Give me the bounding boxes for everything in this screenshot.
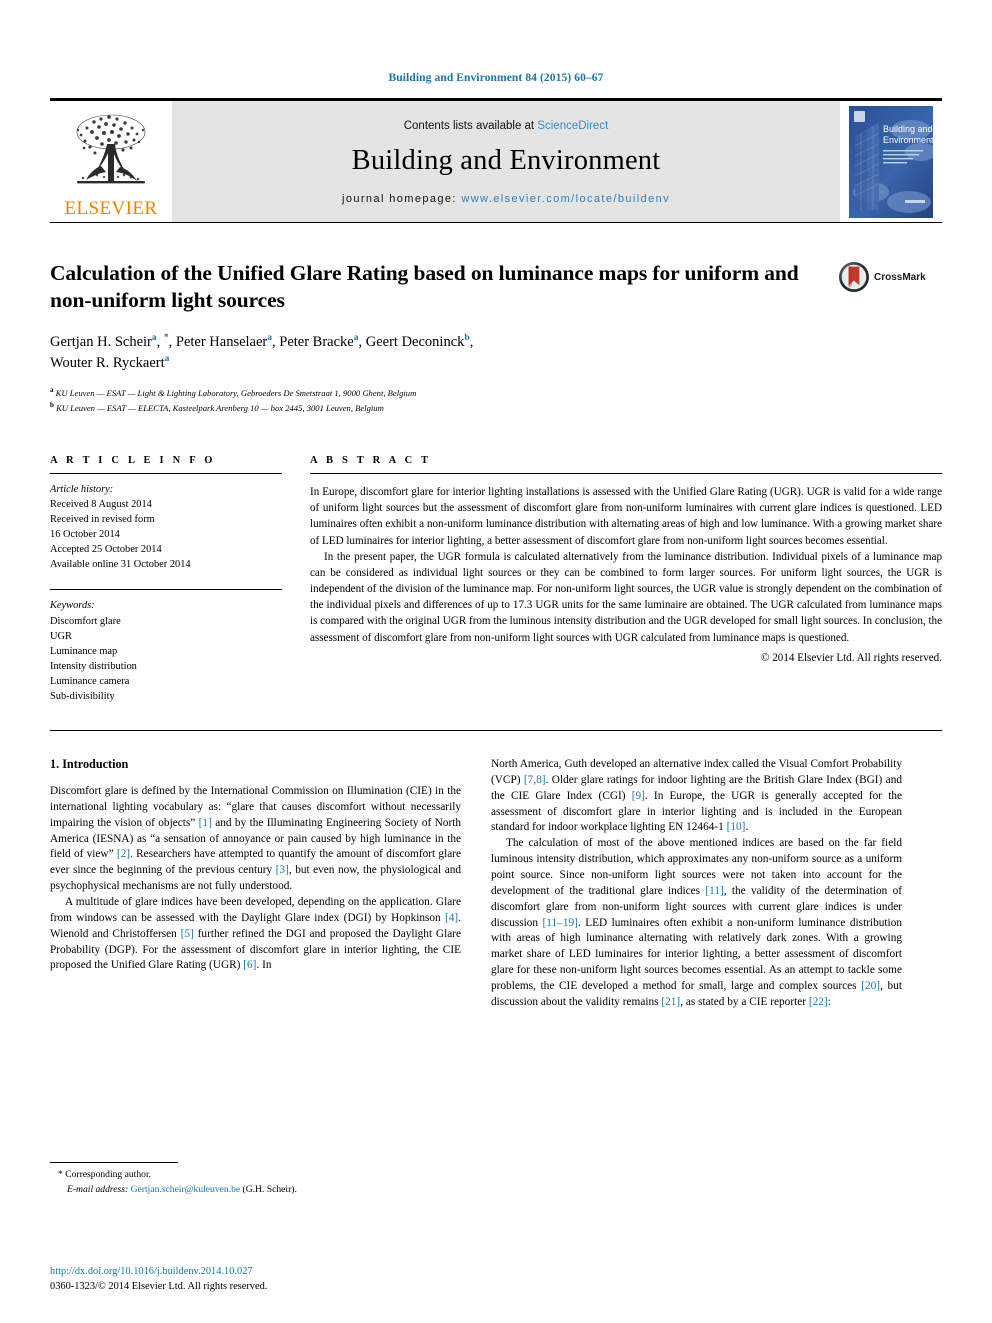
divider (50, 589, 282, 591)
article-history-label: Article history: (50, 483, 114, 495)
citation-ref[interactable]: [11–19] (543, 917, 578, 929)
affiliations: a KU Leuven — ESAT — Light & Lighting La… (50, 385, 822, 415)
article-info-column: A R T I C L E I N F O Article history: R… (50, 455, 282, 704)
right-column: North America, Guth developed an alterna… (491, 757, 902, 1197)
body-columns: 1. Introduction Discomfort glare is defi… (50, 757, 942, 1197)
author-name: Peter Bracke (279, 333, 354, 350)
journal-homepage-link[interactable]: www.elsevier.com/locate/buildenv (461, 193, 670, 205)
article-history: Article history: Received 8 August 2014 … (50, 482, 282, 572)
affiliation-b-text: KU Leuven — ESAT — ELECTA, Kasteelpark A… (56, 402, 384, 413)
citation-ref[interactable]: [4] (445, 912, 458, 924)
footnote-text: * Corresponding author. E-mail address: … (50, 1168, 461, 1197)
elsevier-wordmark: ELSEVIER (64, 198, 158, 219)
running-head: Building and Environment 84 (2015) 60–67 (388, 72, 604, 84)
journal-homepage-line: journal homepage: www.elsevier.com/locat… (342, 193, 670, 205)
masthead-center: Contents lists available at ScienceDirec… (172, 101, 840, 222)
section-heading-introduction: 1. Introduction (50, 756, 129, 771)
abstract-paragraph: In the present paper, the UGR formula is… (310, 550, 942, 644)
citation-ref[interactable]: [10] (727, 821, 746, 833)
history-item: Available online 31 October 2014 (50, 559, 191, 571)
citation-ref[interactable]: [22] (809, 996, 828, 1008)
keyword-item: Intensity distribution (50, 660, 137, 672)
intro-paragraph: A multitude of glare indices have been d… (50, 896, 462, 972)
intro-paragraph: North America, Guth developed an alterna… (491, 757, 902, 834)
keyword-item: Luminance camera (50, 675, 130, 687)
keyword-item: Luminance map (50, 645, 118, 657)
email-link[interactable]: Gertjan.scheir@kuleuven.be (131, 1184, 241, 1195)
citation-ref[interactable]: [20] (861, 980, 880, 992)
footnote-block: * Corresponding author. E-mail address: … (50, 1162, 461, 1197)
keywords-label: Keywords: (50, 600, 95, 612)
keyword-item: Sub-divisibility (50, 690, 115, 702)
email-note: E-mail address: Gertjan.scheir@kuleuven.… (67, 1183, 297, 1195)
author-name: Gertjan H. Scheir (50, 333, 152, 350)
divider (310, 472, 942, 474)
left-column: 1. Introduction Discomfort glare is defi… (50, 757, 461, 1197)
citation-ref[interactable]: [5] (181, 928, 194, 940)
citation-ref[interactable]: [11] (705, 885, 723, 897)
citation-ref[interactable]: [2] (117, 848, 130, 860)
title-block: CrossMark Calculation of the Unified Gla… (50, 260, 942, 415)
abstract-heading: A B S T R A C T (310, 454, 432, 466)
citation-ref[interactable]: [21] (661, 996, 680, 1008)
footnote-marker: * (58, 1169, 63, 1181)
abstract-copyright: © 2014 Elsevier Ltd. All rights reserved… (761, 651, 942, 664)
author-affil-marker: a (164, 353, 170, 364)
keyword-item: Discomfort glare (50, 615, 121, 627)
author-list: Gertjan H. Scheira, *, Peter Hanselaera,… (50, 332, 474, 371)
author-name: Peter Hanselaer (175, 333, 268, 350)
article-info-heading: A R T I C L E I N F O (50, 454, 216, 466)
divider (50, 729, 942, 731)
elsevier-tree-icon (76, 114, 146, 184)
citation-ref[interactable]: [3] (276, 864, 289, 876)
abstract-body: In Europe, discomfort glare for interior… (310, 484, 942, 666)
citation-ref[interactable]: [1] (199, 817, 212, 829)
info-abstract-section: A R T I C L E I N F O Article history: R… (50, 455, 942, 704)
affiliation-a-marker: a (50, 385, 54, 394)
footnote-divider (50, 1162, 178, 1164)
citation-ref[interactable]: [7,8] (524, 774, 546, 786)
history-item: Received in revised form (50, 514, 155, 526)
history-item: Accepted 25 October 2014 (50, 544, 162, 556)
cover-title-line1: Building and (883, 124, 933, 134)
contents-available-line: Contents lists available at ScienceDirec… (404, 120, 609, 132)
elsevier-logo: ELSEVIER (50, 101, 172, 222)
affiliation-b-marker: b (50, 400, 54, 409)
intro-paragraph: Discomfort glare is defined by the Inter… (50, 784, 462, 893)
abstract-column: A B S T R A C T In Europe, discomfort gl… (310, 455, 942, 704)
journal-cover-image: Building and Environment (849, 105, 933, 218)
page-footer: http://dx.doi.org/10.1016/j.buildenv.201… (50, 1265, 267, 1295)
history-item: 16 October 2014 (50, 529, 120, 541)
citation-ref[interactable]: [6] (243, 959, 256, 971)
abstract-paragraph: In Europe, discomfort glare for interior… (310, 485, 942, 547)
keywords-list: Keywords: Discomfort glare UGR Luminance… (50, 598, 282, 704)
article-page: Building and Environment 84 (2015) 60–67 (0, 0, 992, 1323)
crossmark-label: CrossMark (874, 271, 926, 283)
history-item: Received 8 August 2014 (50, 499, 152, 511)
divider (50, 472, 282, 474)
homepage-prefix: journal homepage: (341, 193, 462, 205)
journal-cover-thumbnail: Building and Environment (840, 101, 942, 222)
author-sep: , (156, 333, 164, 350)
keyword-item: UGR (50, 630, 72, 642)
contents-prefix: Contents lists available at (403, 120, 538, 132)
citation-ref[interactable]: [9] (632, 790, 645, 802)
author-name: Geert Deconinck (365, 333, 465, 350)
issn-copyright-line: 0360-1323/© 2014 Elsevier Ltd. All right… (50, 1281, 268, 1293)
page-title: Calculation of the Unified Glare Rating … (50, 261, 799, 313)
intro-paragraph: The calculation of most of the above men… (491, 837, 902, 1008)
journal-masthead: ELSEVIER Contents lists available at Sci… (50, 98, 942, 223)
author-name: Wouter R. Ryckaert (50, 354, 165, 371)
crossmark-badge[interactable]: CrossMark (838, 260, 942, 294)
doi-link[interactable]: http://dx.doi.org/10.1016/j.buildenv.201… (50, 1265, 267, 1280)
cover-title-line2: Environment (883, 135, 933, 145)
affiliation-a: a KU Leuven — ESAT — Light & Lighting La… (50, 385, 822, 400)
corresponding-author-note: * Corresponding author. (58, 1169, 152, 1181)
crossmark-icon (839, 262, 869, 292)
affiliation-b: b KU Leuven — ESAT — ELECTA, Kasteelpark… (50, 400, 822, 415)
journal-title: Building and Environment (351, 145, 661, 176)
affiliation-a-text: KU Leuven — ESAT — Light & Lighting Labo… (55, 387, 417, 398)
sciencedirect-link[interactable]: ScienceDirect (537, 120, 608, 132)
